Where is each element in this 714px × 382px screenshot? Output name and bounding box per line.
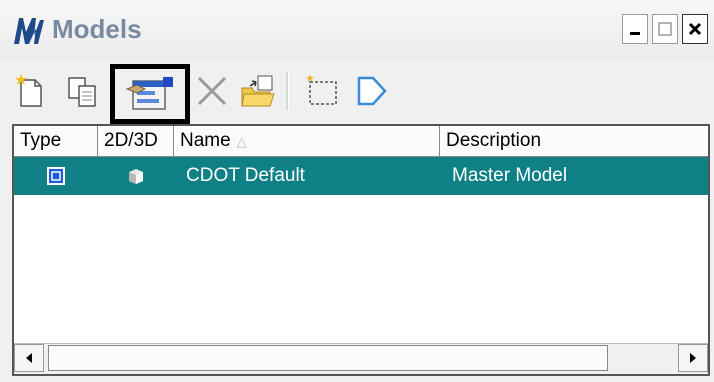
- sort-ascending-icon: △: [236, 134, 247, 149]
- model-type-icon: [47, 167, 65, 185]
- folder-import-icon: [241, 75, 275, 107]
- name-cell: CDOT Default: [186, 165, 305, 186]
- copy-model-icon: [68, 77, 96, 107]
- copy-model-button[interactable]: [60, 68, 104, 114]
- edit-properties-icon: [125, 77, 173, 110]
- title-bar[interactable]: Models: [0, 0, 714, 58]
- scroll-thumb[interactable]: [48, 345, 608, 371]
- column-header-2d3d-label: 2D/3D: [104, 130, 158, 151]
- column-header-type[interactable]: Type: [14, 126, 98, 156]
- arrow-right-icon: [690, 353, 696, 363]
- description-cell: Master Model: [452, 165, 568, 186]
- maximize-button[interactable]: [652, 14, 678, 44]
- column-header-description[interactable]: Description: [440, 126, 708, 156]
- window-controls: [622, 14, 708, 44]
- arrow-tag-icon: [357, 76, 387, 106]
- column-header-name[interactable]: Name △: [174, 126, 440, 156]
- type-cell: [14, 157, 98, 195]
- toolbar-separator: [286, 72, 289, 110]
- close-icon: [688, 22, 702, 36]
- list-header: Type 2D/3D Name △ Description: [14, 126, 708, 157]
- column-header-name-label: Name: [180, 130, 231, 151]
- close-button[interactable]: [682, 14, 708, 44]
- maximize-icon: [658, 22, 672, 36]
- import-model-button[interactable]: [236, 68, 280, 114]
- horizontal-scrollbar[interactable]: [14, 343, 708, 374]
- minimize-icon: [630, 32, 640, 35]
- column-header-type-label: Type: [20, 130, 62, 151]
- microstation-logo-icon: [10, 14, 46, 46]
- arrow-left-icon: [26, 353, 32, 363]
- column-header-description-label: Description: [446, 130, 542, 151]
- models-list[interactable]: Type 2D/3D Name △ Description CDOT Defau…: [12, 124, 710, 376]
- create-from-selection-button[interactable]: [300, 68, 344, 114]
- edit-model-properties-button[interactable]: [110, 64, 190, 124]
- new-model-icon: [15, 74, 42, 107]
- scroll-right-button[interactable]: [678, 344, 708, 372]
- table-row[interactable]: CDOT Default Master Model: [14, 157, 708, 195]
- column-header-2d3d[interactable]: 2D/3D: [98, 126, 174, 156]
- minimize-button[interactable]: [622, 14, 648, 44]
- window-title: Models: [52, 14, 142, 44]
- make-active-button[interactable]: [350, 68, 394, 114]
- create-model-button[interactable]: [8, 68, 52, 114]
- dim-cell: [98, 157, 174, 195]
- toolbar: [0, 58, 714, 124]
- scroll-left-button[interactable]: [14, 344, 44, 372]
- 3d-cube-icon: [129, 169, 143, 184]
- models-dialog: Models Type 2D/3D Name △ Description CDO…: [0, 0, 714, 382]
- dashed-selection-icon: [306, 74, 337, 105]
- delete-model-button[interactable]: [190, 68, 234, 114]
- delete-x-icon: [197, 76, 227, 106]
